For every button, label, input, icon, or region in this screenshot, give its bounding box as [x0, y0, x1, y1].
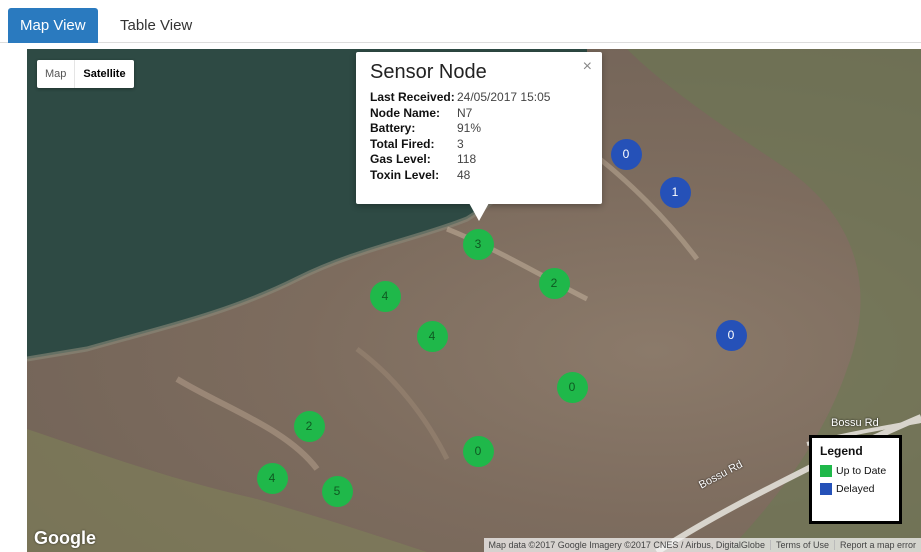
field-value: 91%: [457, 121, 482, 135]
view-tabs: Map View Table View: [0, 0, 921, 43]
google-logo: Google: [34, 528, 96, 548]
popup-field-row: Battery: 91%: [370, 121, 588, 137]
green-swatch: [820, 465, 832, 477]
field-value: N7: [457, 105, 473, 120]
sensor-marker-up-to-date[interactable]: 4: [256, 462, 288, 494]
map-type-control: Map Satellite: [37, 60, 134, 88]
sensor-marker-up-to-date[interactable]: 5: [321, 475, 353, 507]
field-value: 24/05/2017 15:05: [457, 90, 551, 104]
map-legend: Legend Up to Date Delayed: [809, 435, 902, 524]
legend-item-delayed: Delayed: [820, 483, 891, 495]
close-icon[interactable]: ×: [583, 58, 592, 76]
field-label: Toxin Level:: [370, 167, 440, 182]
popup-field-row: Total Fired: 3: [370, 137, 588, 153]
field-label: Battery:: [370, 121, 416, 135]
legend-label: Delayed: [836, 483, 875, 495]
field-label: Last Received:: [370, 90, 455, 104]
field-label: Node Name:: [370, 105, 441, 120]
map-type-satellite-button[interactable]: Satellite: [75, 60, 133, 88]
road-label: Bossu Rd: [831, 417, 879, 429]
sensor-marker-delayed[interactable]: 0: [610, 138, 642, 170]
attribution-text: Map data ©2017 Google Imagery ©2017 CNES…: [488, 540, 765, 550]
field-value: 118: [457, 152, 477, 166]
sensor-marker-up-to-date[interactable]: 0: [462, 435, 494, 467]
sensor-marker-up-to-date[interactable]: 2: [538, 267, 570, 299]
field-label: Total Fired:: [370, 136, 435, 151]
popup-field-row: Gas Level: 118: [370, 152, 588, 168]
report-error-link[interactable]: Report a map error: [833, 540, 921, 550]
sensor-marker-up-to-date[interactable]: 4: [416, 320, 448, 352]
tab-table-view[interactable]: Table View: [108, 8, 204, 43]
sensor-marker-up-to-date[interactable]: 4: [369, 280, 401, 312]
sensor-marker-up-to-date[interactable]: 0: [556, 371, 588, 403]
satellite-map[interactable]: Map Satellite Bossu Rd Bossu Rd 0 1 3 2 …: [27, 49, 921, 552]
map-attribution: Map data ©2017 Google Imagery ©2017 CNES…: [483, 538, 921, 552]
sensor-marker-delayed[interactable]: 0: [715, 319, 747, 351]
sensor-info-window: × Sensor Node Last Received: 24/05/2017 …: [356, 52, 602, 204]
popup-field-row: Last Received: 24/05/2017 15:05: [370, 90, 588, 106]
popup-pointer: [469, 203, 489, 221]
blue-swatch: [820, 483, 832, 495]
legend-item-up-to-date: Up to Date: [820, 465, 891, 477]
terms-link[interactable]: Terms of Use: [769, 540, 834, 550]
field-label: Gas Level:: [370, 152, 431, 166]
popup-field-row: Toxin Level: 48: [370, 168, 588, 184]
sensor-marker-delayed[interactable]: 1: [659, 176, 691, 208]
map-type-map-button[interactable]: Map: [37, 60, 76, 88]
legend-title: Legend: [820, 444, 863, 458]
sensor-marker-up-to-date[interactable]: 2: [293, 410, 325, 442]
legend-label: Up to Date: [836, 465, 887, 477]
sensor-marker-up-to-date[interactable]: 3: [462, 228, 494, 260]
popup-title: Sensor Node: [370, 61, 487, 83]
field-value: 3: [457, 136, 464, 151]
tab-map-view[interactable]: Map View: [8, 8, 98, 43]
field-value: 48: [457, 167, 471, 182]
popup-field-row: Node Name: N7: [370, 106, 588, 122]
